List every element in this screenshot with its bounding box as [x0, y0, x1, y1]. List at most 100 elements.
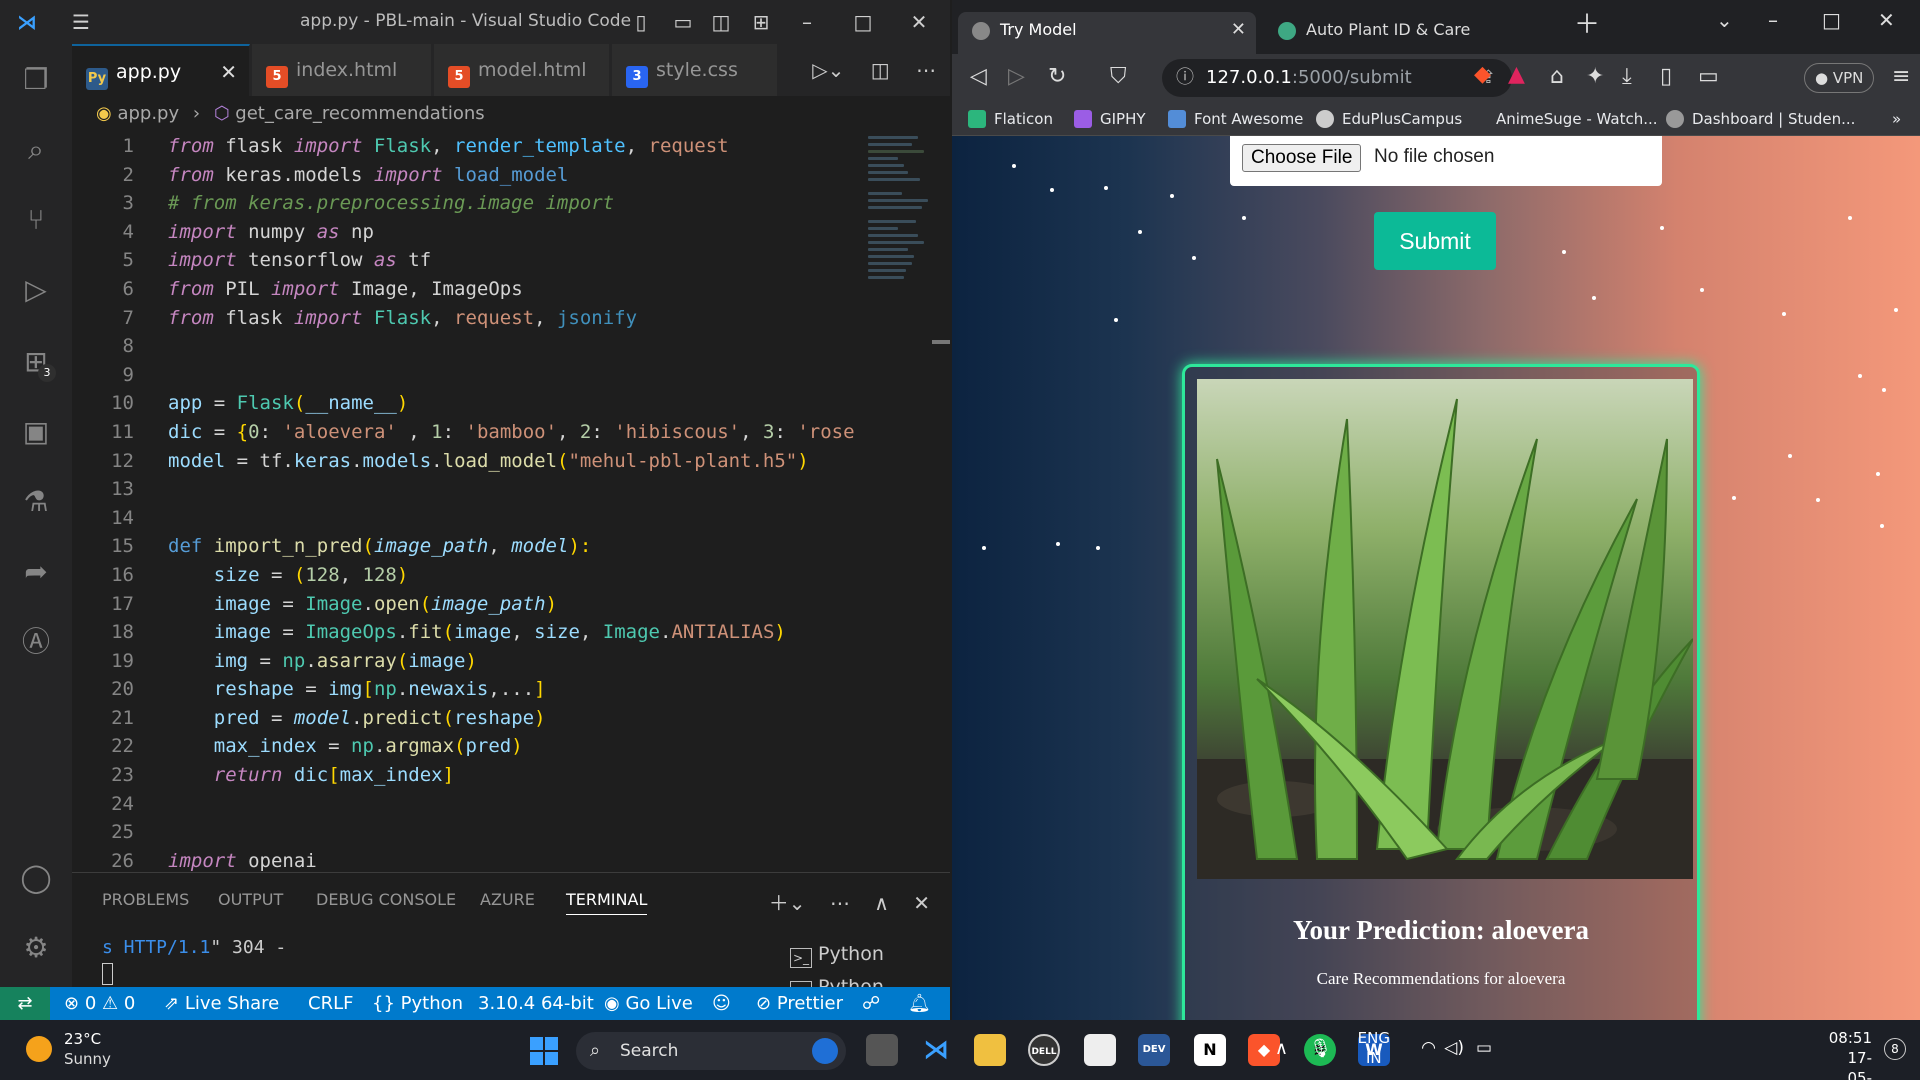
submit-button[interactable]: Submit — [1374, 212, 1496, 270]
task-view-icon[interactable] — [866, 1034, 898, 1066]
breadcrumb-file[interactable]: app.py — [117, 103, 179, 124]
bookmark-dashboard[interactable]: Dashboard | Studen... — [1666, 102, 1855, 136]
problems-indicator[interactable]: ⊗ 0 ⚠ 0 — [64, 987, 135, 1020]
extensions-icon[interactable]: ✦ — [1586, 64, 1604, 89]
browser-menu-icon[interactable]: ≡ — [1892, 64, 1910, 89]
notion-icon[interactable]: N — [1194, 1034, 1226, 1066]
explorer-icon[interactable]: ❐ — [14, 58, 58, 102]
new-terminal-icon[interactable]: ＋⌄ — [769, 891, 806, 915]
accounts-icon[interactable]: ◯ — [14, 856, 58, 900]
copilot-icon[interactable]: ☺ — [712, 987, 731, 1020]
testing-icon[interactable]: ⚗ — [14, 480, 58, 524]
close-icon[interactable]: ✕ — [906, 9, 932, 35]
windows-start-icon[interactable] — [530, 1037, 558, 1065]
minimap[interactable] — [862, 132, 942, 322]
browser-tab-try-model[interactable]: Try Model ✕ — [958, 12, 1256, 54]
tab-model-html[interactable]: 5 model.html — [434, 44, 610, 96]
bookmark-edupluscampus[interactable]: EduPlusCampus — [1316, 102, 1462, 136]
editor-scrollbar[interactable] — [932, 340, 950, 344]
tray-overflow-icon[interactable]: ∧ — [1275, 1038, 1288, 1059]
wallet-icon[interactable]: ⌂ — [1550, 64, 1564, 89]
vpn-button[interactable]: ● VPN — [1804, 63, 1875, 93]
more-actions-icon[interactable]: ⋯ — [916, 58, 936, 82]
run-debug-icon[interactable]: ▷ — [14, 268, 58, 312]
brave-rewards-icon[interactable]: ▲ — [1508, 62, 1525, 87]
dev-home-icon[interactable]: DEV — [1138, 1034, 1170, 1066]
bookmark-font-awesome[interactable]: Font Awesome — [1168, 102, 1303, 136]
settings-gear-icon[interactable]: ⚙ — [14, 926, 58, 970]
close-panel-icon[interactable]: ✕ — [913, 891, 930, 915]
toggle-secondary-sidebar-icon[interactable]: ◫ — [708, 9, 734, 35]
breadcrumb-symbol[interactable]: get_care_recommendations — [235, 103, 484, 124]
notification-count-badge[interactable]: 8 — [1884, 1038, 1906, 1060]
info-icon[interactable]: ⓘ — [1176, 59, 1194, 97]
panel-tab-azure[interactable]: AZURE — [480, 890, 535, 909]
close-icon[interactable]: ✕ — [1878, 8, 1895, 32]
panel-tab-problems[interactable]: PROBLEMS — [102, 890, 189, 909]
brave-shields-icon[interactable]: ◆ — [1474, 62, 1491, 87]
panel-tab-debug-console[interactable]: DEBUG CONSOLE — [316, 890, 456, 909]
minimize-icon[interactable]: – — [1768, 8, 1778, 32]
browser-tab-auto-plant[interactable]: Auto Plant ID & Care — [1264, 12, 1554, 54]
live-share-icon[interactable]: ➦ — [14, 550, 58, 594]
panel-tab-terminal[interactable]: TERMINAL — [566, 890, 648, 915]
vscode-taskbar-icon[interactable]: ⋊ — [920, 1034, 952, 1066]
code-editor[interactable]: 1 from flask import Flask, render_templat… — [72, 132, 862, 872]
microphone-icon[interactable]: 🎙︎ — [1309, 1038, 1332, 1059]
tab-close-icon[interactable]: ✕ — [220, 46, 237, 98]
terminal-instance[interactable]: >_Python — [790, 943, 884, 968]
bookmark-icon[interactable]: ⛉ — [1110, 64, 1127, 89]
tab-search-icon[interactable]: ⌄ — [1716, 8, 1733, 32]
more-bookmarks-icon[interactable]: » — [1892, 102, 1901, 136]
tab-index-html[interactable]: 5 index.html — [252, 44, 432, 96]
panel-tab-output[interactable]: OUTPUT — [218, 890, 283, 909]
taskbar-search[interactable]: ⌕ Search — [576, 1032, 846, 1070]
volume-icon[interactable]: ◁) — [1444, 1038, 1464, 1058]
notepad-icon[interactable] — [1084, 1034, 1116, 1066]
tab-app-py[interactable]: Py app.py ✕ — [72, 44, 250, 96]
language-status[interactable]: {} Python — [372, 987, 463, 1020]
interpreter-status[interactable]: 3.10.4 64-bit — [478, 987, 594, 1020]
language-indicator[interactable]: ENG IN — [1358, 1028, 1390, 1068]
bookmark-giphy[interactable]: GIPHY — [1074, 102, 1146, 136]
toggle-panel-icon[interactable]: ▭ — [670, 9, 696, 35]
prettier-status[interactable]: ⊘ Prettier — [756, 987, 843, 1020]
tab-style-css[interactable]: 3 style.css — [612, 44, 778, 96]
sidebar-icon[interactable]: ▯ — [1660, 64, 1672, 89]
back-icon[interactable]: ◁ — [970, 64, 987, 89]
forward-icon[interactable]: ▷ — [1008, 64, 1025, 89]
azure-icon[interactable]: Ⓐ — [14, 620, 58, 664]
toggle-sidebar-icon[interactable]: ▯ — [628, 9, 654, 35]
more-actions-icon[interactable]: ⋯ — [830, 891, 850, 915]
notifications-bell-icon[interactable]: 🔔︎ — [908, 987, 931, 1020]
download-icon[interactable]: ⤓ — [1622, 64, 1632, 89]
bookmark-animesuge[interactable]: AnimeSuge - Watch... — [1470, 102, 1658, 136]
wallet-card-icon[interactable]: ▭ — [1698, 64, 1719, 89]
split-editor-icon[interactable]: ◫ — [871, 58, 890, 82]
reload-icon[interactable]: ↻ — [1048, 64, 1066, 89]
address-bar[interactable]: ⓘ 127.0.0.1:5000/submit ⇪ — [1162, 59, 1512, 97]
wifi-icon[interactable]: ◠ — [1421, 1038, 1436, 1058]
eol-status[interactable]: CRLF — [308, 987, 353, 1020]
dell-icon[interactable]: DELL — [1028, 1034, 1060, 1066]
maximize-icon[interactable]: □ — [1822, 8, 1841, 32]
choose-file-button[interactable]: Choose File — [1242, 144, 1362, 172]
live-share-status[interactable]: ⇗ Live Share — [164, 987, 279, 1020]
battery-icon[interactable]: ▭ — [1476, 1038, 1492, 1058]
run-file-icon[interactable]: ▷⌄ — [812, 58, 844, 82]
menu-icon[interactable]: ☰ — [68, 9, 94, 35]
terminal-output[interactable]: s HTTP/1.1" 304 - — [102, 937, 286, 958]
minimize-icon[interactable]: – — [794, 9, 820, 35]
maximize-icon[interactable]: □ — [850, 9, 876, 35]
extensions-icon[interactable]: ⊞ 3 — [14, 340, 58, 384]
feedback-icon[interactable]: ☍ — [862, 987, 880, 1020]
remote-explorer-icon[interactable]: ▣ — [14, 410, 58, 454]
go-live-status[interactable]: ◉ Go Live — [604, 987, 693, 1020]
source-control-icon[interactable]: ⑂ — [14, 198, 58, 242]
search-icon[interactable]: ⌕ — [14, 128, 58, 172]
bookmark-flaticon[interactable]: Flaticon — [968, 102, 1053, 136]
customize-layout-icon[interactable]: ⊞ — [748, 9, 774, 35]
close-tab-icon[interactable]: ✕ — [1231, 12, 1246, 48]
new-tab-icon[interactable]: ＋ — [1574, 4, 1600, 41]
clock[interactable]: 08:5117-05-2023 — [1829, 1028, 1872, 1080]
